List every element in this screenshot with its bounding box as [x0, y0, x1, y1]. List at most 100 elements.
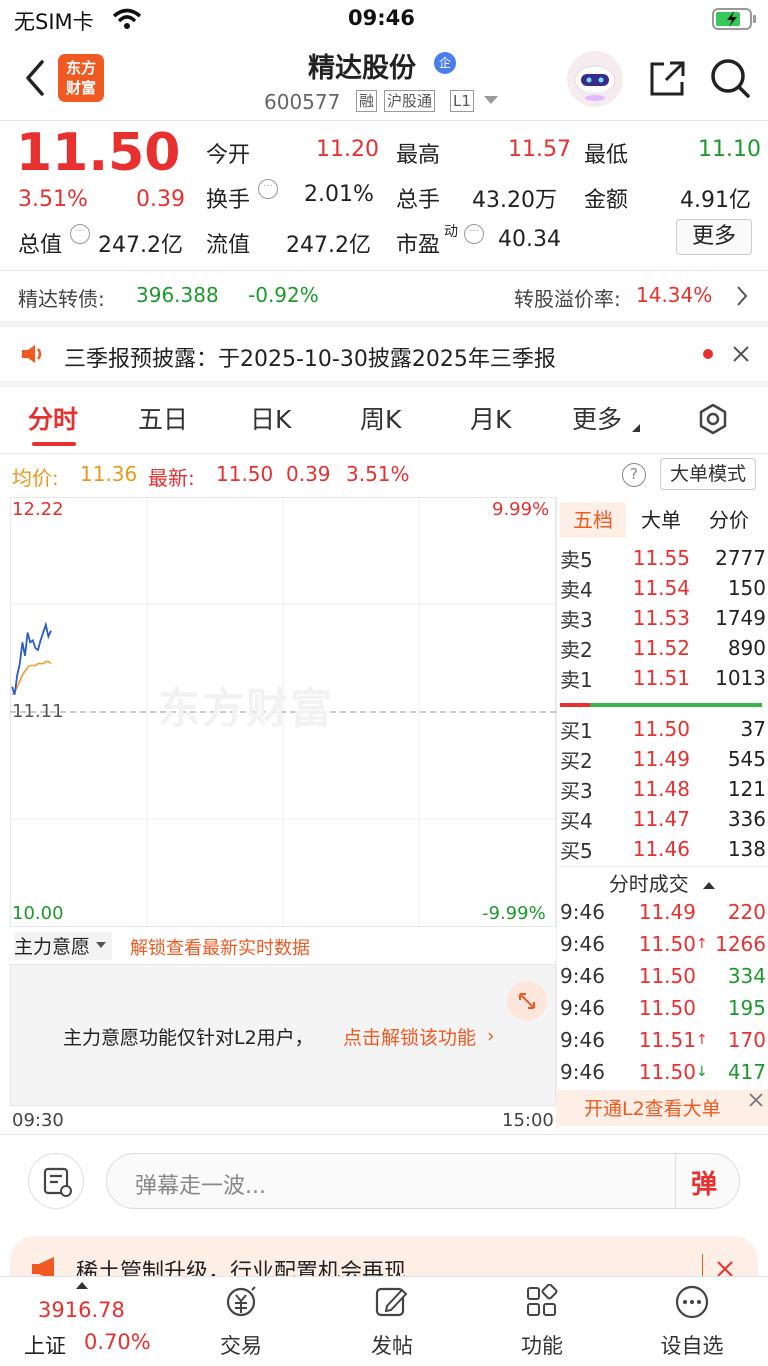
tab-daily-k[interactable]: 日K: [250, 400, 291, 436]
float-cap-label: 流值: [206, 233, 251, 258]
tab-monthly-k[interactable]: 月K: [470, 400, 511, 436]
main-force-select[interactable]: 主力意愿: [14, 932, 113, 960]
tick-time: 9:46: [560, 900, 605, 924]
tick-row: 9:46 11.51 ↑ 170: [560, 1024, 766, 1056]
ask-row: 卖5 11.55 2777: [560, 546, 766, 572]
pe-info-icon[interactable]: ···: [464, 224, 484, 244]
tab-weekly-k[interactable]: 周K: [360, 400, 401, 436]
collapse-arrow-icon: [703, 882, 716, 889]
unlock-chevron-icon: ›: [487, 1025, 495, 1047]
tick-volume: 417: [727, 1060, 766, 1084]
bid-row: 买4 11.47 336: [560, 807, 766, 833]
float-cap-value: 247.2亿: [286, 233, 371, 258]
intraday-chart[interactable]: 东方财富 12.22 11.11 10.00 9.99% -9.99%: [10, 497, 556, 927]
ask-row: 卖2 11.52 890: [560, 636, 766, 662]
y-bottom-label: 10.00: [12, 903, 64, 924]
status-bar: 无SIM卡 09:46: [0, 0, 768, 40]
bid-row: 买2 11.49 545: [560, 747, 766, 773]
robot-avatar-icon[interactable]: [566, 50, 624, 108]
y-top-label: 12.22: [12, 499, 64, 520]
premium-label: 转股溢价率:: [514, 287, 621, 311]
unread-dot: [703, 349, 713, 359]
big-order-mode-button[interactable]: 大单模式: [660, 458, 756, 490]
pct-top-label: 9.99%: [492, 499, 550, 520]
help-icon[interactable]: ?: [622, 463, 646, 487]
unlock-feature-link[interactable]: 点击解锁该功能: [343, 1023, 476, 1050]
level1-tag: L1: [450, 90, 474, 112]
tab-intraday[interactable]: 分时: [28, 400, 78, 436]
more-button[interactable]: 更多: [676, 219, 752, 255]
close-icon[interactable]: [732, 345, 750, 363]
danmu-bar: 弹幕走一波... 弹: [0, 1135, 768, 1225]
main-force-panel: 主力意愿功能仅针对L2用户， 点击解锁该功能 ›: [10, 964, 556, 1106]
bond-price: 396.388: [136, 283, 219, 307]
turnover-info-icon[interactable]: ···: [258, 179, 278, 199]
nav-watchlist[interactable]: 设自选: [642, 1330, 742, 1360]
orderbook-tab-price-split[interactable]: 分价: [704, 502, 754, 538]
close-banner-icon[interactable]: [748, 1092, 764, 1108]
tick-time: 9:46: [560, 932, 605, 956]
post-icon[interactable]: [374, 1284, 410, 1320]
danmu-send-label[interactable]: 弹: [691, 1164, 717, 1201]
dropdown-arrow-icon: [96, 942, 107, 948]
bond-change: -0.92%: [248, 283, 319, 307]
market-cap-value: 247.2亿: [98, 233, 183, 258]
margin-tag: 融: [356, 90, 378, 112]
orderbook-tab-five-level[interactable]: 五档: [560, 502, 626, 538]
dropdown-icon[interactable]: [484, 96, 498, 104]
hk-connect-tag: 沪股通: [384, 90, 436, 112]
trade-icon[interactable]: [222, 1284, 260, 1320]
expand-icon[interactable]: [507, 981, 547, 1021]
index-value[interactable]: 3916.78: [38, 1298, 125, 1322]
tick-price: 11.50: [638, 996, 696, 1020]
l2-upgrade-banner[interactable]: 开通L2查看大单: [556, 1090, 768, 1126]
index-pct[interactable]: 0.70%: [84, 1330, 151, 1354]
pe-label: 市盈: [396, 233, 441, 258]
watchlist-icon[interactable]: [674, 1284, 710, 1320]
tick-volume: 1266: [715, 932, 766, 956]
latest-label: 最新:: [148, 466, 195, 490]
chevron-right-icon: [736, 285, 748, 307]
danmu-input[interactable]: 弹幕走一波... 弹: [106, 1153, 740, 1209]
search-icon[interactable]: [708, 56, 752, 100]
quote-panel: 11.50 3.51% 0.39 今开 11.20 最高 11.57 最低 11…: [0, 121, 768, 269]
settings-icon[interactable]: [696, 402, 730, 436]
functions-icon[interactable]: [524, 1284, 560, 1320]
bid-row: 买3 11.48 121: [560, 777, 766, 803]
main-force-header: 主力意愿 解锁查看最新实时数据: [10, 928, 556, 964]
nav-trade[interactable]: 交易: [191, 1330, 291, 1360]
pe-value: 40.34: [498, 227, 561, 252]
y-mid-label: 11.11: [12, 701, 64, 722]
change-pct: 3.51%: [18, 187, 88, 212]
enterprise-badge: 企: [434, 52, 456, 74]
danmu-send-button[interactable]: [675, 1154, 676, 1208]
nav-functions[interactable]: 功能: [492, 1330, 592, 1360]
market-cap-label: 总值: [18, 233, 63, 258]
tick-volume: 220: [727, 900, 766, 924]
avg-label: 均价:: [12, 466, 59, 490]
bid-row: 买5 11.46 138: [560, 837, 766, 863]
tab-five-day[interactable]: 五日: [138, 400, 188, 436]
tick-price: 11.49: [638, 900, 696, 924]
volume-label: 总手: [396, 188, 441, 213]
low-value: 11.10: [698, 137, 761, 162]
notice-bar[interactable]: 三季报预披露：于2025-10-30披露2025年三季报: [0, 327, 768, 381]
tick-price: 11.50: [638, 1060, 696, 1084]
speaker-icon: [20, 343, 46, 365]
convertible-bond-row[interactable]: 精达转债: 396.388 -0.92% 转股溢价率: 14.34%: [0, 271, 768, 321]
notice-text: 三季报预披露：于2025-10-30披露2025年三季报: [64, 347, 556, 372]
turnover-value: 2.01%: [304, 182, 374, 207]
market-cap-info-icon[interactable]: ···: [70, 224, 90, 244]
back-icon[interactable]: [22, 58, 48, 98]
ticks-title[interactable]: 分时成交: [556, 868, 768, 897]
low-label: 最低: [584, 143, 629, 168]
index-name[interactable]: 上证: [24, 1330, 66, 1360]
orderbook-tab-big-orders[interactable]: 大单: [636, 502, 686, 538]
tab-more[interactable]: 更多: [572, 400, 622, 436]
share-icon[interactable]: [646, 58, 688, 100]
ask-row: 卖3 11.53 1749: [560, 606, 766, 632]
stock-code: 600577: [264, 90, 341, 114]
danmu-settings-icon[interactable]: [28, 1153, 84, 1209]
unlock-realtime-link[interactable]: 解锁查看最新实时数据: [130, 934, 310, 960]
nav-post[interactable]: 发帖: [342, 1330, 442, 1360]
